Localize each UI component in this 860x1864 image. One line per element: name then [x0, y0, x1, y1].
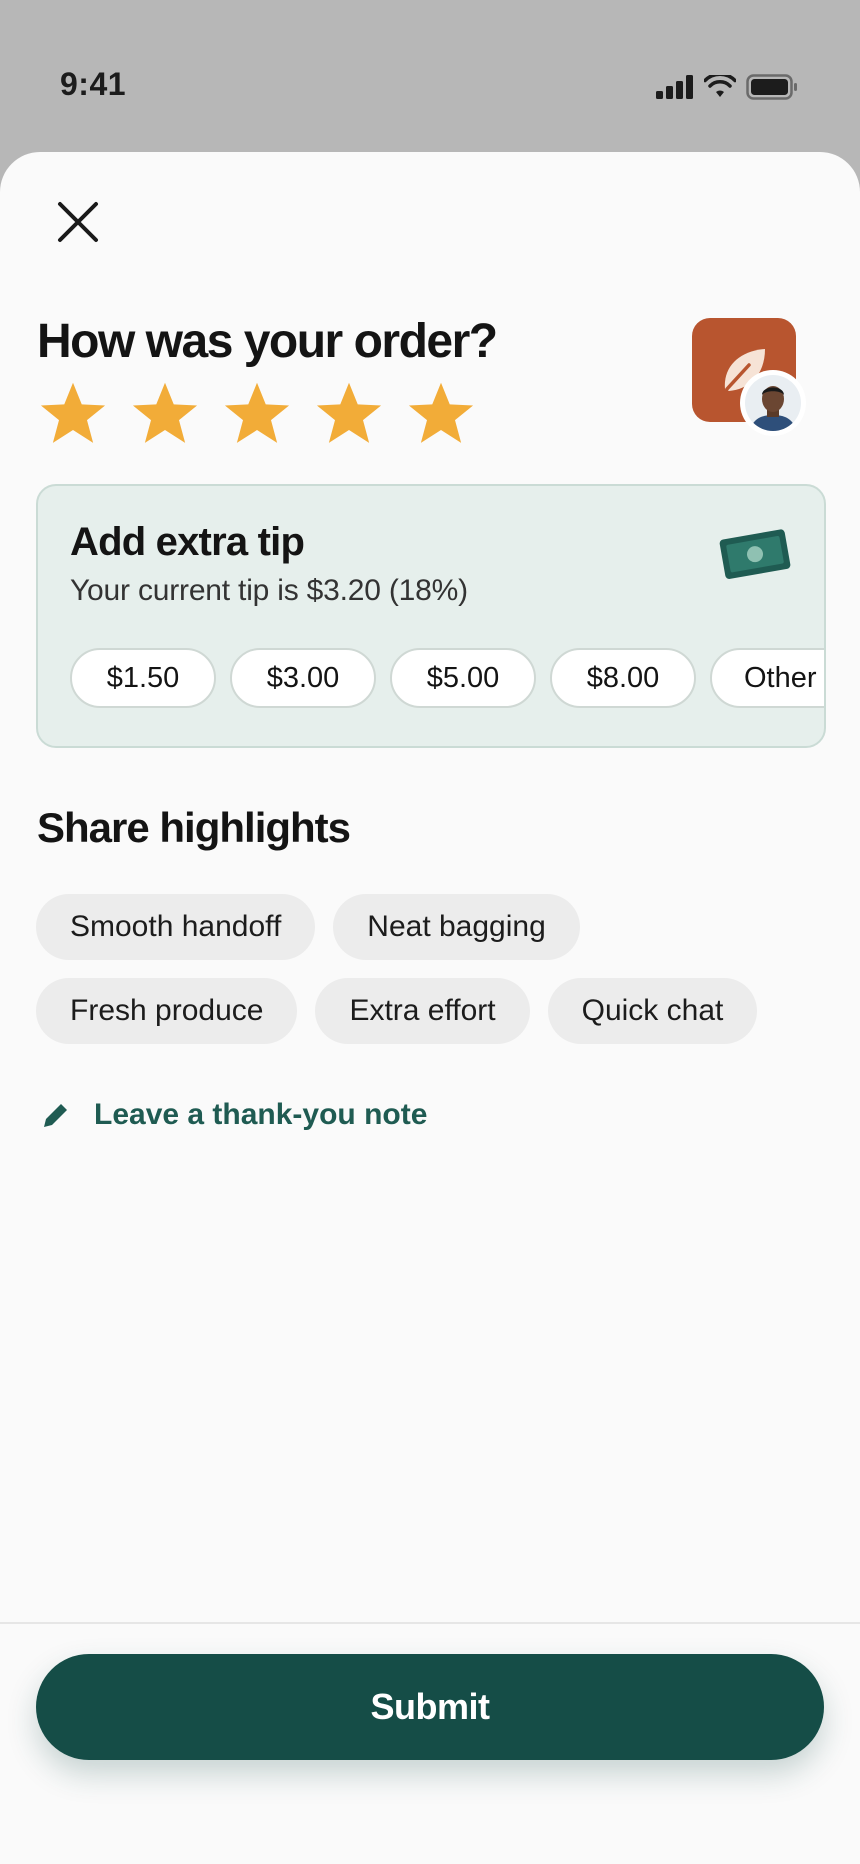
tip-options: $1.50 $3.00 $5.00 $8.00 Other — [70, 648, 824, 708]
star-5-icon[interactable] — [406, 380, 476, 448]
status-icons — [656, 74, 798, 100]
thank-you-note-link[interactable]: Leave a thank-you note — [40, 1098, 427, 1132]
pencil-icon — [44, 1104, 67, 1127]
star-1-icon[interactable] — [38, 380, 108, 448]
highlight-chips: Smooth handoff Neat bagging Fresh produc… — [36, 894, 836, 1044]
shopper-avatar — [740, 370, 806, 436]
close-button[interactable] — [52, 196, 104, 248]
cash-icon — [719, 529, 791, 579]
highlights-title: Share highlights — [37, 804, 351, 851]
tip-title: Add extra tip — [70, 520, 305, 564]
tip-option-3[interactable]: $5.00 — [390, 648, 536, 708]
submit-button[interactable]: Submit — [36, 1654, 824, 1760]
tip-option-4[interactable]: $8.00 — [550, 648, 696, 708]
highlight-chip[interactable]: Quick chat — [547, 978, 758, 1044]
footer-divider — [0, 1622, 860, 1624]
battery-icon — [746, 74, 797, 100]
tip-option-2[interactable]: $3.00 — [230, 648, 376, 708]
star-4-icon[interactable] — [314, 380, 384, 448]
tip-option-other[interactable]: Other — [710, 648, 824, 708]
current-tip-text: Your current tip is $3.20 (18%) — [70, 574, 468, 607]
star-3-icon[interactable] — [222, 380, 292, 448]
rating-sheet: How was your order? Add extra tip Your c… — [0, 152, 860, 1864]
page-title: How was your order? — [37, 315, 498, 368]
tip-option-1[interactable]: $1.50 — [70, 648, 216, 708]
star-2-icon[interactable] — [130, 380, 200, 448]
status-time: 9:41 — [60, 66, 127, 102]
extra-tip-card: Add extra tip Your current tip is $3.20 … — [36, 484, 826, 748]
person-avatar-icon — [745, 375, 801, 431]
wifi-icon — [704, 75, 736, 97]
status-bar: 9:41 — [0, 0, 860, 150]
highlight-chip[interactable]: Smooth handoff — [36, 894, 316, 960]
thank-you-note-label: Leave a thank-you note — [94, 1098, 428, 1131]
star-rating[interactable] — [38, 380, 476, 448]
close-icon — [58, 202, 98, 242]
highlight-chip[interactable]: Neat bagging — [333, 894, 580, 960]
highlight-chip[interactable]: Fresh produce — [36, 978, 298, 1044]
highlight-chip[interactable]: Extra effort — [315, 978, 530, 1044]
cellular-signal-icon — [656, 75, 693, 99]
